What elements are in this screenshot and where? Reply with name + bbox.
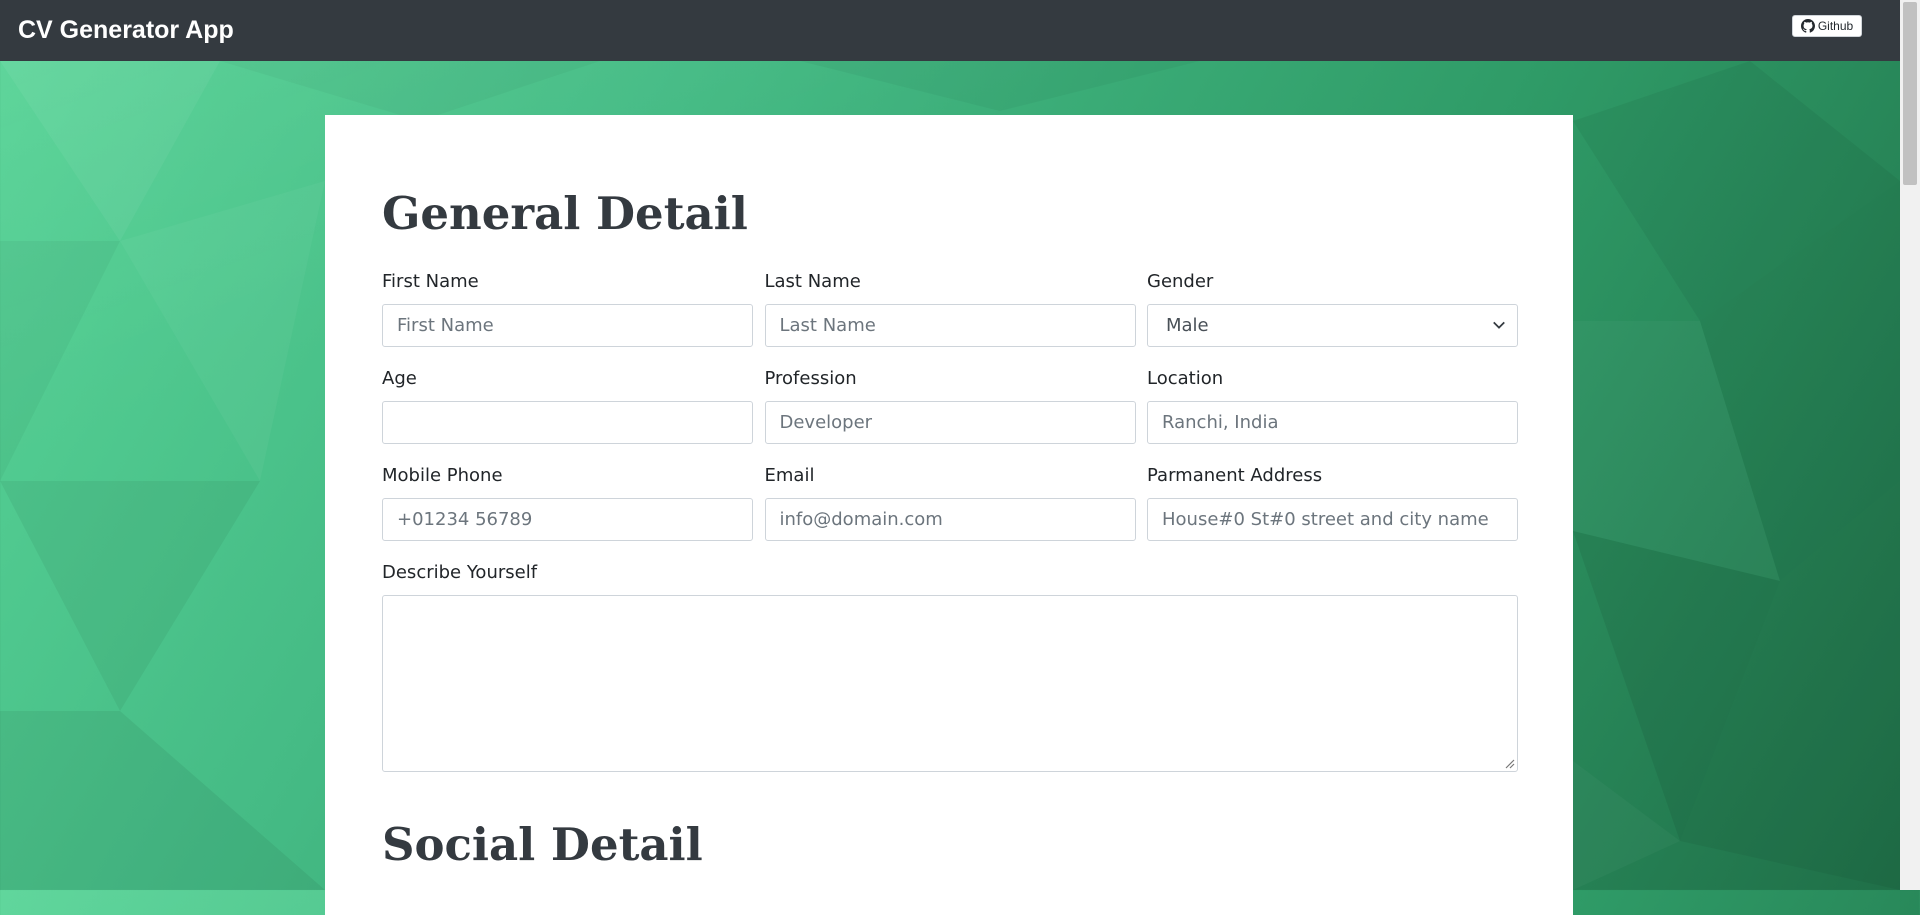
age-group: Age bbox=[382, 367, 753, 444]
gender-label: Gender bbox=[1147, 271, 1214, 292]
email-group: Email bbox=[764, 464, 1136, 541]
email-input[interactable] bbox=[764, 498, 1136, 541]
top-navbar: CV Generator App Github bbox=[0, 0, 1900, 61]
address-group: Parmanent Address bbox=[1147, 464, 1518, 541]
gender-select[interactable]: Male bbox=[1147, 304, 1518, 347]
location-input[interactable] bbox=[1147, 401, 1518, 444]
address-label: Parmanent Address bbox=[1147, 465, 1323, 486]
last-name-label: Last Name bbox=[764, 271, 861, 292]
first-name-label: First Name bbox=[382, 271, 479, 292]
form-card: General Detail First Name Last Name Gend… bbox=[325, 115, 1573, 915]
age-input[interactable] bbox=[382, 401, 753, 444]
github-button-label: Github bbox=[1817, 19, 1854, 33]
gender-selected-value: Male bbox=[1166, 315, 1209, 336]
github-icon bbox=[1800, 19, 1815, 33]
describe-label: Describe Yourself bbox=[382, 562, 538, 583]
email-label: Email bbox=[764, 465, 815, 486]
scrollbar-thumb[interactable] bbox=[1903, 2, 1917, 185]
age-label: Age bbox=[382, 368, 417, 389]
social-detail-heading: Social Detail bbox=[382, 818, 703, 871]
describe-group: Describe Yourself bbox=[382, 561, 1518, 772]
general-detail-heading: General Detail bbox=[382, 187, 748, 240]
profession-group: Profession bbox=[764, 367, 1136, 444]
general-form-row-3: Mobile Phone Email Parmanent Address bbox=[382, 464, 1518, 541]
resize-grip-icon[interactable] bbox=[1505, 759, 1515, 769]
address-input[interactable] bbox=[1147, 498, 1518, 541]
location-group: Location bbox=[1147, 367, 1518, 444]
last-name-group: Last Name bbox=[764, 270, 1136, 347]
first-name-input[interactable] bbox=[382, 304, 753, 347]
describe-textarea[interactable] bbox=[382, 595, 1518, 772]
mobile-group: Mobile Phone bbox=[382, 464, 753, 541]
profession-label: Profession bbox=[764, 368, 857, 389]
github-button[interactable]: Github bbox=[1792, 15, 1862, 37]
gender-group: Gender Male bbox=[1147, 270, 1518, 347]
last-name-input[interactable] bbox=[764, 304, 1136, 347]
location-label: Location bbox=[1147, 368, 1224, 389]
mobile-label: Mobile Phone bbox=[382, 465, 503, 486]
app-title[interactable]: CV Generator App bbox=[18, 16, 234, 45]
general-form-row-2: Age Profession Location bbox=[382, 367, 1518, 444]
chevron-down-icon bbox=[1493, 321, 1505, 329]
first-name-group: First Name bbox=[382, 270, 753, 347]
mobile-input[interactable] bbox=[382, 498, 753, 541]
general-form-row-1: First Name Last Name Gender Male bbox=[382, 270, 1518, 347]
profession-input[interactable] bbox=[764, 401, 1136, 444]
